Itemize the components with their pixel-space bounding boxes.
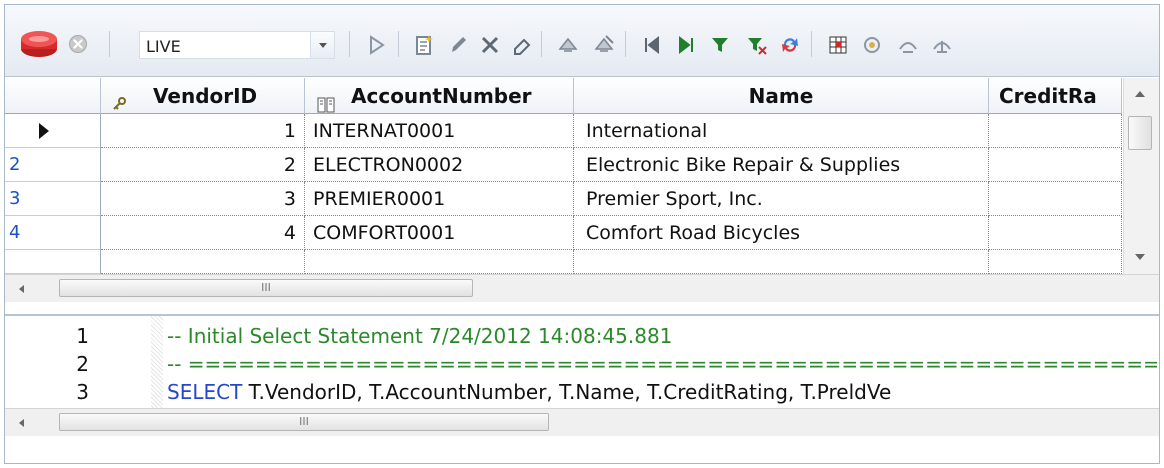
grid-header-row: VendorID AccountNumber Name CreditRa [5, 78, 1122, 114]
cell-name[interactable]: International [574, 114, 989, 148]
toolbar-separator [541, 31, 542, 57]
sql-comment-line[interactable]: -- =====================================… [167, 352, 1157, 376]
cell-accountnumber[interactable]: ELECTRON0002 [305, 148, 574, 182]
column-label-name: Name [748, 84, 814, 108]
column-label-creditrating: CreditRa [999, 84, 1097, 108]
cell-vendorid[interactable] [101, 250, 305, 274]
sql-keyword: SELECT [167, 380, 243, 404]
eraser-icon[interactable] [507, 30, 537, 60]
key-icon [111, 87, 127, 110]
cell-name[interactable] [574, 250, 989, 274]
row-number[interactable] [5, 250, 101, 274]
play-icon[interactable] [361, 30, 391, 60]
editor-horizontal-scrollbar[interactable]: III [5, 408, 1159, 436]
table-row[interactable]: 3 3 PREMIER0001 Premier Sport, Inc. [5, 182, 1122, 216]
last-record-icon[interactable] [671, 30, 701, 60]
cell-vendorid[interactable]: 1 [101, 114, 305, 148]
collapse-icon[interactable] [927, 30, 957, 60]
chevron-down-icon[interactable] [310, 32, 334, 58]
toolbar: LIVE [5, 5, 1159, 77]
table-row-partial[interactable] [5, 250, 1122, 274]
current-row-arrow-icon [39, 123, 49, 139]
cell-creditrating[interactable] [989, 216, 1122, 250]
horizontal-scroll-thumb[interactable]: III [59, 413, 549, 431]
grid-vertical-scrollbar[interactable] [1123, 78, 1159, 274]
row-number[interactable]: 4 [5, 216, 101, 250]
delete-icon[interactable] [475, 30, 505, 60]
toolbar-separator [811, 31, 812, 57]
cell-creditrating[interactable] [989, 250, 1122, 274]
table-row[interactable]: 4 4 COMFORT0001 Comfort Road Bicycles [5, 216, 1122, 250]
filter-icon[interactable] [705, 30, 735, 60]
cell-creditrating[interactable] [989, 182, 1122, 216]
table-row[interactable]: 1 INTERNAT0001 International [5, 114, 1122, 148]
sql-editor[interactable]: 1 2 3 -- Initial Select Statement 7/24/2… [5, 314, 1159, 436]
table-row[interactable]: 2 2 ELECTRON0002 Electronic Bike Repair … [5, 148, 1122, 182]
grid-horizontal-scrollbar[interactable]: III [5, 274, 1159, 302]
column-header-name[interactable]: Name [574, 78, 989, 114]
cell-creditrating[interactable] [989, 114, 1122, 148]
edit-icon[interactable] [443, 30, 473, 60]
column-header-vendorid[interactable]: VendorID [101, 78, 305, 114]
scroll-up-icon[interactable] [1135, 91, 1145, 97]
sql-code-line[interactable]: SELECT T.VendorID, T.AccountNumber, T.Na… [167, 380, 1157, 404]
toolbar-separator [625, 31, 626, 57]
refresh-icon[interactable] [775, 30, 805, 60]
results-grid: VendorID AccountNumber Name CreditRa 1 I… [5, 78, 1159, 302]
cell-vendorid[interactable]: 4 [101, 216, 305, 250]
line-number: 1 [76, 324, 89, 348]
cell-accountnumber[interactable] [305, 250, 574, 274]
book-icon [317, 88, 335, 113]
first-record-icon[interactable] [637, 30, 667, 60]
horizontal-scroll-thumb[interactable]: III [59, 279, 473, 297]
cell-accountnumber[interactable]: COMFORT0001 [305, 216, 574, 250]
connection-combo-value: LIVE [146, 37, 181, 56]
current-row-indicator[interactable] [5, 114, 101, 148]
cancel-post-icon[interactable] [589, 30, 619, 60]
line-number: 2 [76, 352, 89, 376]
cell-vendorid[interactable]: 3 [101, 182, 305, 216]
row-number[interactable]: 3 [5, 182, 101, 216]
grid-rows: 1 INTERNAT0001 International 2 2 ELECTRO… [5, 114, 1122, 274]
cell-accountnumber[interactable]: INTERNAT0001 [305, 114, 574, 148]
grid-view-icon[interactable] [823, 30, 853, 60]
cell-accountnumber[interactable]: PREMIER0001 [305, 182, 574, 216]
row-number[interactable]: 2 [5, 148, 101, 182]
cell-name[interactable]: Electronic Bike Repair & Supplies [574, 148, 989, 182]
column-label-accountnumber: AccountNumber [351, 84, 532, 108]
post-icon[interactable] [553, 30, 583, 60]
connection-combo[interactable]: LIVE [139, 31, 335, 59]
sql-text: T.VendorID, T.AccountNumber, T.Name, T.C… [242, 380, 892, 404]
scroll-down-icon[interactable] [1135, 254, 1145, 260]
column-label-vendorid: VendorID [153, 84, 258, 108]
toolbar-separator [349, 31, 350, 57]
cell-creditrating[interactable] [989, 148, 1122, 182]
toolbar-separator [109, 31, 110, 57]
stop-icon[interactable] [69, 35, 87, 53]
sql-comment-line[interactable]: -- Initial Select Statement 7/24/2012 14… [167, 324, 672, 348]
new-record-icon[interactable] [409, 30, 439, 60]
column-header-accountnumber[interactable]: AccountNumber [305, 78, 574, 114]
expand-icon[interactable] [893, 30, 923, 60]
cell-name[interactable]: Premier Sport, Inc. [574, 182, 989, 216]
database-icon[interactable] [19, 29, 59, 59]
scroll-left-icon[interactable] [19, 419, 24, 427]
row-indicator-header [5, 78, 101, 114]
scroll-thumb[interactable] [1128, 116, 1152, 150]
line-number: 3 [76, 380, 89, 404]
cell-name[interactable]: Comfort Road Bicycles [574, 216, 989, 250]
scroll-left-icon[interactable] [19, 285, 24, 293]
toolbar-separator [398, 31, 399, 57]
filter-clear-icon[interactable] [741, 30, 771, 60]
cell-vendorid[interactable]: 2 [101, 148, 305, 182]
column-header-creditrating[interactable]: CreditRa [989, 78, 1122, 114]
settings-icon[interactable] [857, 30, 887, 60]
query-window: LIVE VendorID AccountNumber Name CreditR… [4, 4, 1160, 464]
